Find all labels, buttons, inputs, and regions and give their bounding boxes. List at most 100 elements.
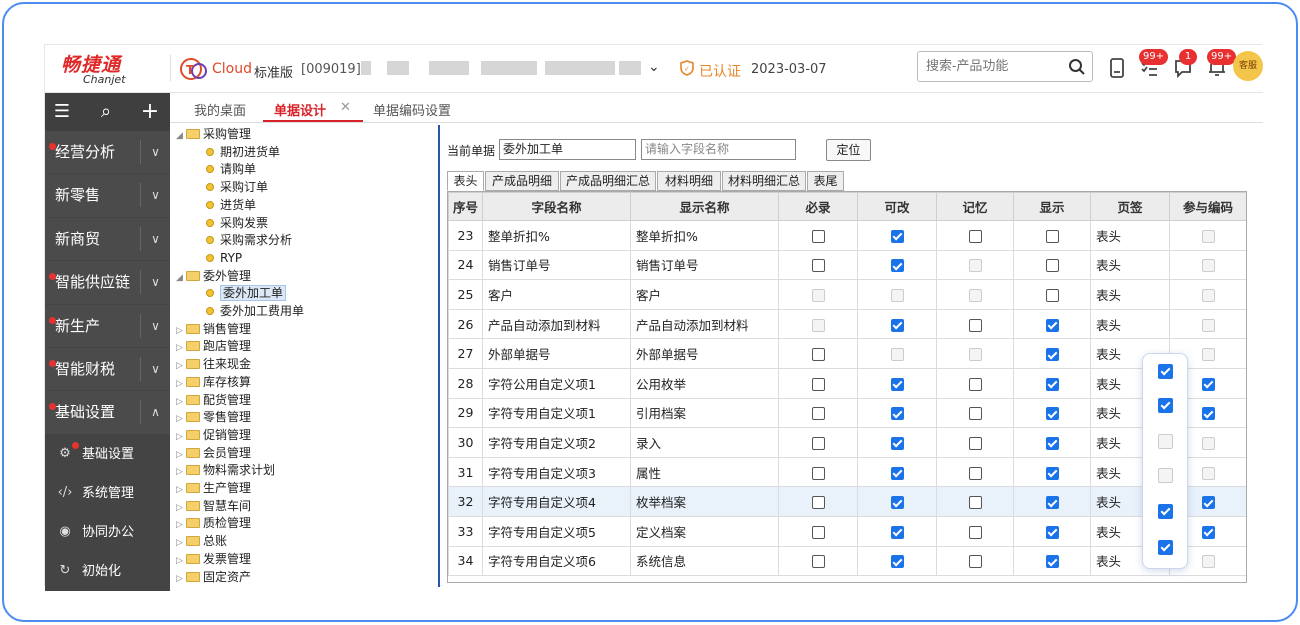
table-row[interactable]: 30 字符专用自定义项2 录入 表头 [448,427,1246,458]
callout-checkbox[interactable] [1158,540,1173,555]
display-name[interactable]: 定义档案 [630,515,779,547]
display-name[interactable]: 外部单据号 [630,338,779,369]
tab-document-code-settings[interactable]: 单据编码设置 [373,100,451,119]
tree-node[interactable]: 期初进货单 [206,144,280,162]
table-row[interactable]: 29 字符专用自定义项1 引用档案 表头 [448,397,1246,429]
tree-node[interactable]: 采购订单 [206,179,268,197]
required-checkbox[interactable] [811,259,825,273]
menu-collapse-icon[interactable]: ☰ [51,101,73,123]
visible-checkbox[interactable] [1045,407,1059,421]
sidebar-subitem[interactable]: ‹/› 系统管理 [45,473,170,513]
required-checkbox[interactable] [811,496,825,510]
current-document-field[interactable]: 委外加工单 [499,139,636,160]
expanded-triangle-icon[interactable]: ◢ [176,270,186,287]
section-tab[interactable]: 材料明细汇总 [722,171,806,191]
tree-node[interactable]: ◢ 采购管理 [176,126,251,144]
callout-checkbox[interactable] [1158,504,1173,519]
visible-checkbox[interactable] [1045,436,1059,450]
visible-checkbox[interactable] [1045,259,1059,273]
customer-service-avatar[interactable]: 客服 [1233,51,1263,81]
tree-node[interactable]: ▷ 促销管理 [176,427,251,445]
tree-node[interactable]: ▷ 生产管理 [176,480,251,498]
display-name[interactable]: 销售订单号 [630,249,779,281]
callout-checkbox[interactable] [1158,398,1173,413]
tree-node[interactable]: ▷ 零售管理 [176,409,251,427]
table-row[interactable]: 33 字符专用自定义项5 定义档案 表头 [448,515,1246,547]
company-code[interactable]: [009019] [301,62,361,77]
sidebar-item[interactable]: 新零售 ∨ [45,174,170,218]
messages-button[interactable]: 1 [1173,49,1197,79]
close-tab-icon[interactable]: ✕ [340,100,351,115]
collapsed-triangle-icon[interactable]: ▷ [176,376,186,393]
callout-checkbox[interactable] [1158,364,1173,379]
display-name[interactable]: 属性 [630,456,779,488]
required-checkbox[interactable] [811,377,825,391]
required-checkbox[interactable] [811,466,825,480]
memory-checkbox[interactable] [968,555,982,569]
visible-checkbox[interactable] [1045,377,1059,391]
sidebar-item[interactable]: 经营分析 ∨ [45,131,170,175]
table-row[interactable]: 34 字符专用自定义项6 系统信息 表头 [448,545,1246,577]
visible-checkbox[interactable] [1045,229,1059,243]
display-name[interactable]: 客户 [630,279,779,310]
editable-checkbox[interactable] [890,525,904,539]
sidebar-subitem[interactable]: ⚙ 基础设置 [45,434,170,474]
sidebar-item[interactable]: 新商贸 ∨ [45,218,170,262]
memory-checkbox[interactable] [968,525,982,539]
brand-logo[interactable]: 畅捷通 Chanjet [61,50,157,88]
tree-node[interactable]: 委外加工单 [206,285,287,303]
table-row[interactable]: 32 字符专用自定义项4 枚举档案 表头 [448,486,1246,517]
tree-node[interactable]: RYP [206,250,242,268]
collapsed-triangle-icon[interactable]: ▷ [176,411,186,428]
memory-checkbox[interactable] [968,229,982,243]
expanded-triangle-icon[interactable]: ◢ [176,128,186,145]
sidebar-item[interactable]: 智能供应链 ∨ [45,261,170,305]
tree-node[interactable]: ▷ 质检管理 [176,515,251,533]
collapsed-triangle-icon[interactable]: ▷ [176,340,186,357]
required-checkbox[interactable] [811,436,825,450]
visible-checkbox[interactable] [1045,288,1059,302]
sidebar-item[interactable]: 基础设置 ∧ [45,391,170,435]
chevron-down-icon[interactable]: ∨ [140,226,170,251]
visible-checkbox[interactable] [1045,318,1059,332]
memory-checkbox[interactable] [968,407,982,421]
tree-node[interactable]: 委外加工费用单 [206,303,304,321]
section-tab[interactable]: 产成品明细汇总 [560,171,656,191]
visible-checkbox[interactable] [1045,525,1059,539]
section-tab[interactable]: 产成品明细 [485,171,559,191]
collapsed-triangle-icon[interactable]: ▷ [176,358,186,375]
display-name[interactable]: 产品自动添加到材料 [630,308,779,340]
chevron-down-icon[interactable]: ∨ [140,356,170,381]
collapsed-triangle-icon[interactable]: ▷ [176,394,186,411]
editable-checkbox[interactable] [890,229,904,243]
table-row[interactable]: 31 字符专用自定义项3 属性 表头 [448,456,1246,488]
tree-node[interactable]: 进货单 [206,197,256,215]
sidebar-item[interactable]: 新生产 ∨ [45,305,170,348]
collapsed-triangle-icon[interactable]: ▷ [176,535,186,552]
memory-checkbox[interactable] [968,436,982,450]
collapsed-triangle-icon[interactable]: ▷ [176,482,186,499]
tree-node[interactable]: 采购需求分析 [206,232,292,250]
device-icon[interactable] [1107,57,1127,79]
display-name[interactable]: 系统信息 [630,545,779,577]
required-checkbox[interactable] [811,525,825,539]
participate-coding-checkbox[interactable] [1201,496,1215,510]
display-name[interactable]: 引用档案 [630,397,779,429]
chevron-down-icon[interactable]: ∨ [140,140,170,164]
visible-checkbox[interactable] [1045,496,1059,510]
tab-document-design[interactable]: 单据设计 [274,100,326,119]
tree-node[interactable]: ▷ 发票管理 [176,551,251,569]
search-icon[interactable]: ⌕ [95,101,117,123]
tree-node[interactable]: ▷ 销售管理 [176,321,251,339]
display-name[interactable]: 公用枚举 [630,367,779,399]
memory-checkbox[interactable] [968,377,982,391]
chevron-down-icon[interactable]: ∨ [140,183,170,208]
tree-node[interactable]: ▷ 固定资产 [176,569,251,587]
add-icon[interactable]: + [139,101,161,123]
visible-checkbox[interactable] [1045,466,1059,480]
tree-node[interactable]: ▷ 总账 [176,533,227,551]
editable-checkbox[interactable] [890,555,904,569]
participate-coding-checkbox[interactable] [1201,407,1215,421]
collapsed-triangle-icon[interactable]: ▷ [176,553,186,570]
field-name-search-input[interactable]: 请输入字段名称 [641,139,796,160]
